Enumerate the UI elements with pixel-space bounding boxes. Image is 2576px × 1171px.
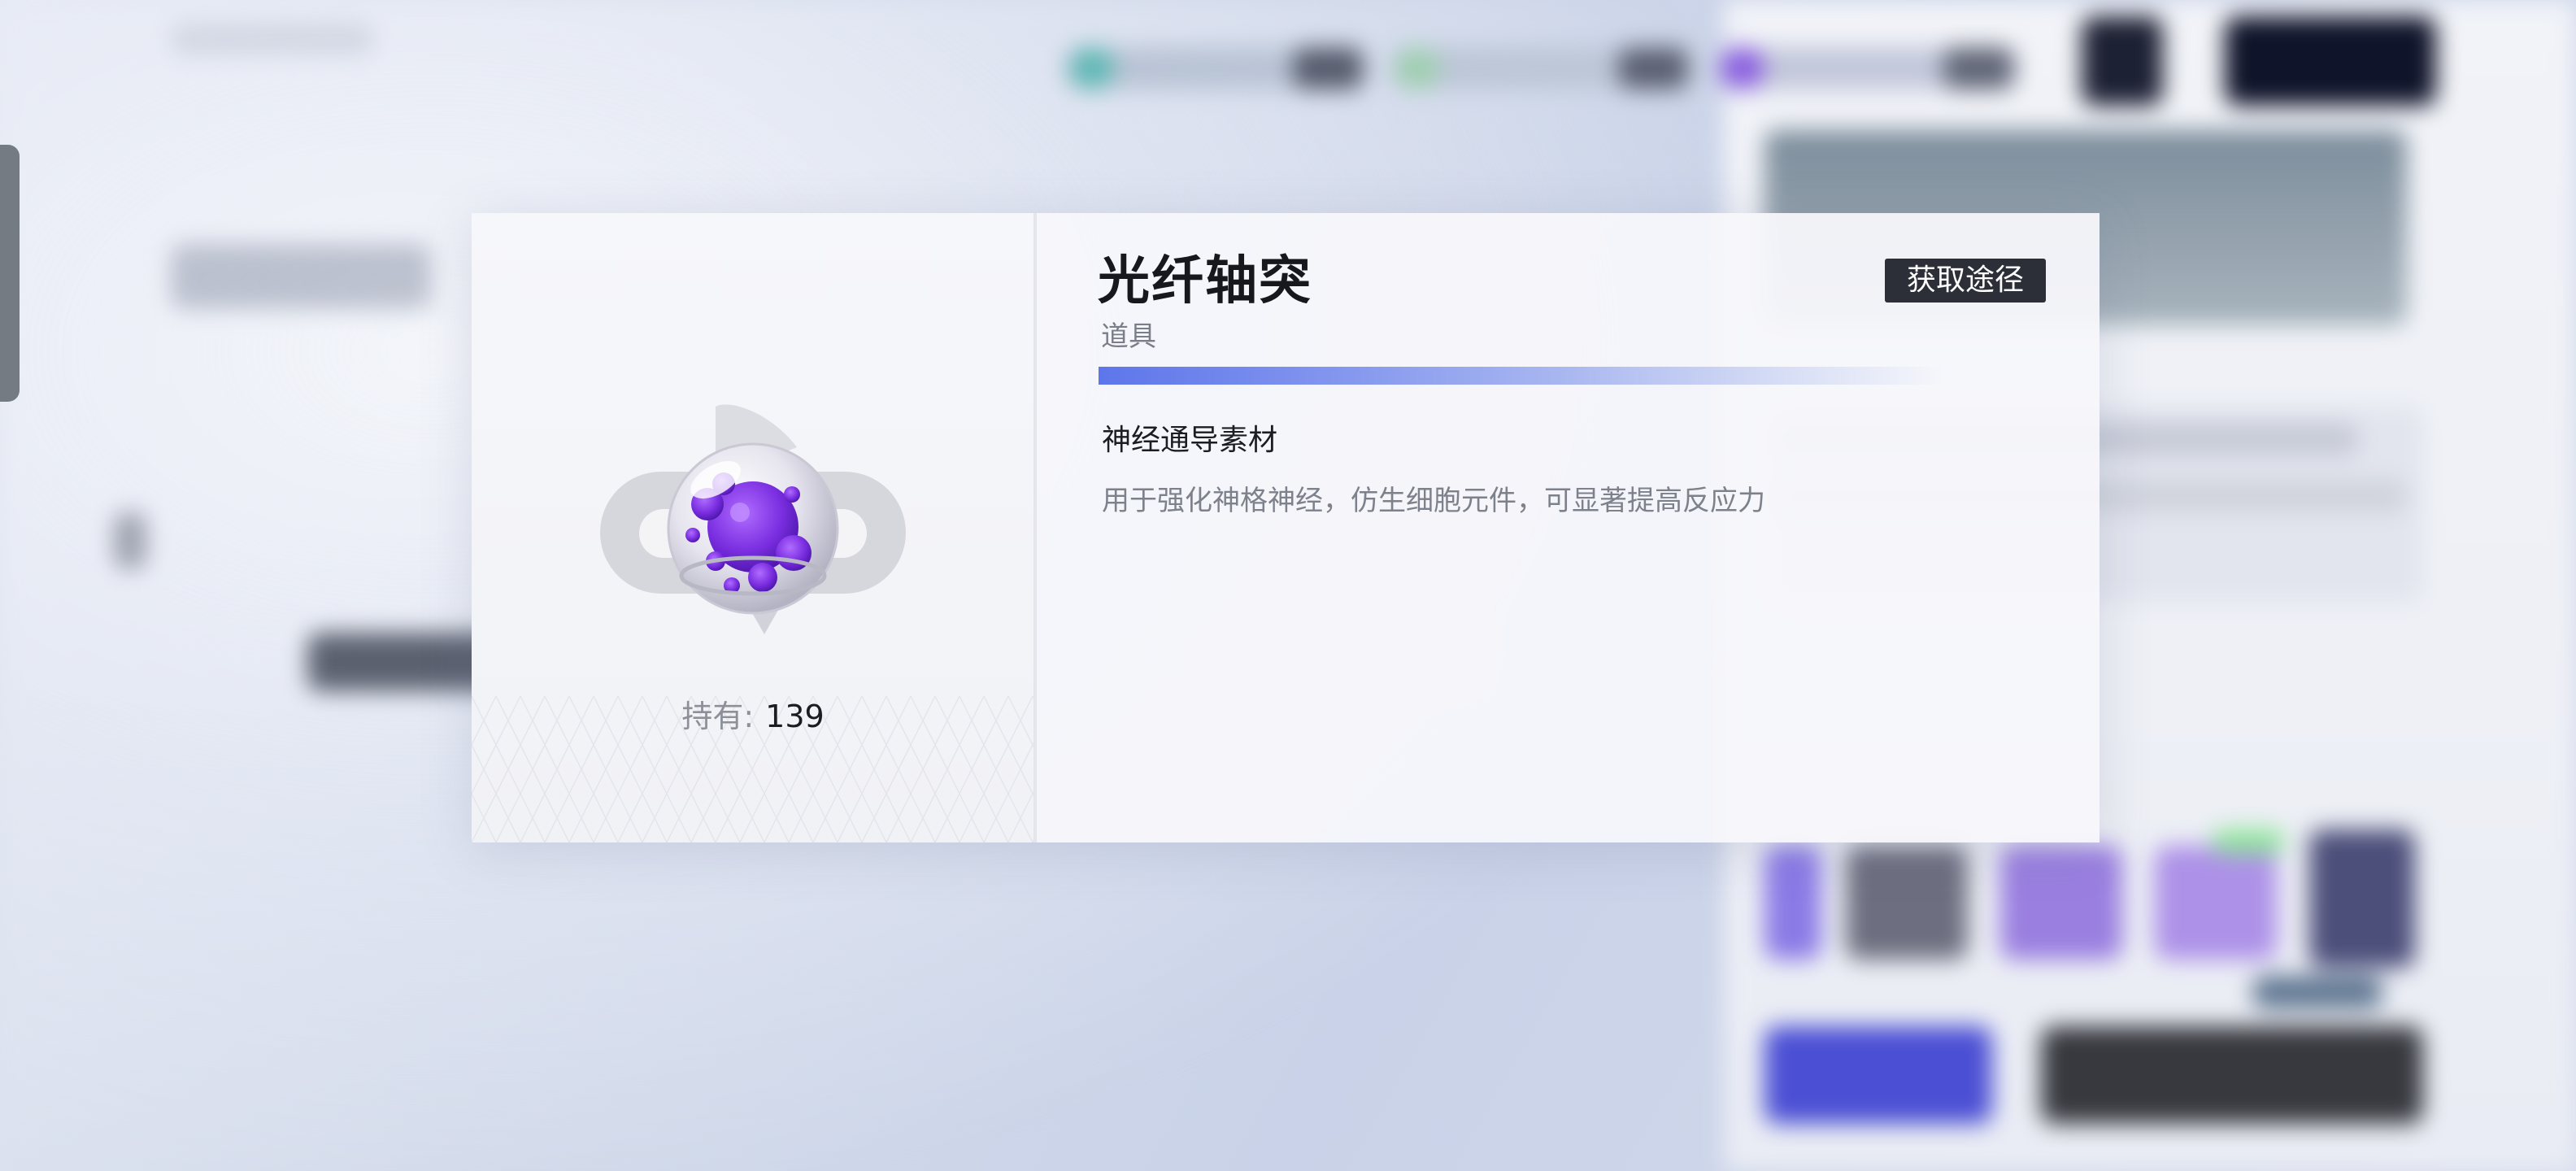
hold-count-row: 持有: 139 [472,691,1034,736]
acquire-source-button[interactable]: 获取途径 [1885,259,2046,303]
item-description: 用于强化神格神经，仿生细胞元件，可显著提高反应力 [1102,485,1765,517]
hold-label: 持有: [681,699,755,734]
hold-count: 139 [765,699,825,734]
item-rarity-bar [1099,367,1944,385]
purple-orb-material-icon [600,404,906,634]
side-drawer-tab[interactable] [0,145,20,402]
item-type: 道具 [1101,320,1156,353]
item-category: 神经通导素材 [1102,424,1278,457]
item-name: 光纤轴突 [1098,251,1312,311]
game-screen: 持有: 139 光纤轴突 道具 获取途径 神经通导素材 用于强化神格神经，仿生细胞… [0,0,2576,1171]
